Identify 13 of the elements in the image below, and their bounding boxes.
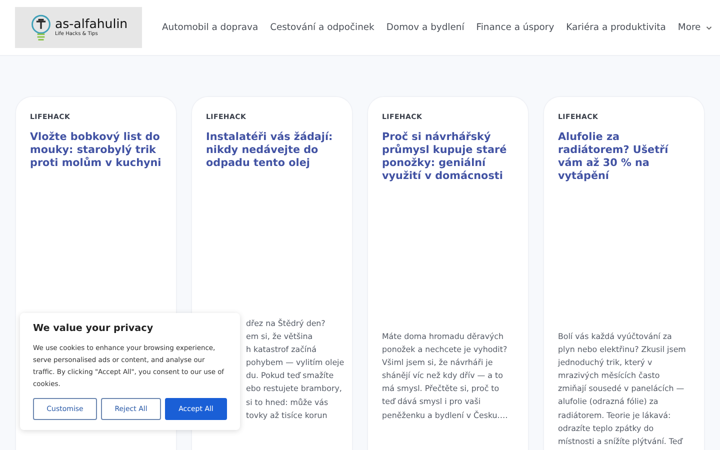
nav-link[interactable]: More xyxy=(678,22,712,33)
article-title[interactable]: Instalatéři vás žádají: nikdy nedávejte do odpadu tento olej xyxy=(206,131,338,170)
nav-link[interactable]: Domov a bydlení xyxy=(386,22,464,33)
nav-link[interactable]: Automobil a doprava xyxy=(162,22,258,33)
nav-link[interactable]: Finance a úspory xyxy=(476,22,554,33)
nav-link[interactable]: Kariéra a produktivita xyxy=(566,22,666,33)
article-title[interactable]: Proč si návrhářský průmysl kupuje staré ponožky: geniální využití v domácnosti xyxy=(382,131,514,183)
site-name: as-alfahulin xyxy=(55,18,128,30)
article-title[interactable]: Vložte bobkový list do mouky: starobylý trik proti molům v kuchyni xyxy=(30,131,162,170)
article-title[interactable]: Alufolie za radiátorem? Ušetří vám až 30 % na vytápění xyxy=(558,131,690,183)
lightbulb-icon xyxy=(30,14,52,42)
nav-link[interactable]: Cestování a odpočinek xyxy=(270,22,374,33)
cookie-title: We value your privacy xyxy=(33,323,154,334)
